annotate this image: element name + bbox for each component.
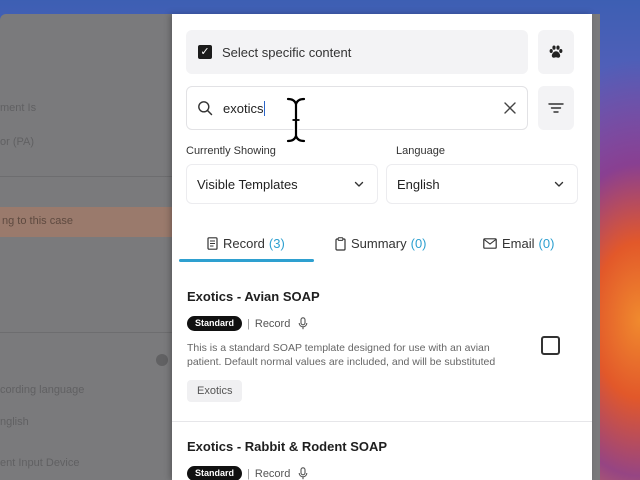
- microphone-icon: [298, 317, 308, 330]
- background-divider: [0, 176, 172, 177]
- template-select-checkbox[interactable]: [541, 336, 560, 355]
- background-text: or (PA): [0, 136, 35, 148]
- search-input[interactable]: exotics: [186, 86, 528, 130]
- active-tab-indicator: [179, 259, 314, 262]
- background-banner-text: ng to this case: [2, 215, 73, 227]
- template-title[interactable]: Exotics - Rabbit & Rodent SOAP: [187, 439, 387, 454]
- template-type: Record: [254, 467, 291, 480]
- template-description: This is a standard SOAP template designe…: [187, 342, 496, 368]
- currently-showing-value: Visible Templates: [197, 176, 298, 192]
- standard-badge: Standard: [187, 466, 243, 480]
- select-specific-content-toggle[interactable]: ✓ Select specific content: [186, 30, 528, 74]
- select-content-label: Select specific content: [222, 44, 352, 60]
- select-content-checkbox[interactable]: ✓: [198, 45, 212, 59]
- search-input-value[interactable]: exotics: [223, 100, 266, 116]
- background-text: nglish: [0, 416, 29, 428]
- tab-record-count: (3): [268, 236, 285, 251]
- envelope-icon: [483, 238, 497, 249]
- template-meta: Standard | Record: [187, 466, 308, 480]
- background-banner: ng to this case: [0, 207, 172, 237]
- tab-summary[interactable]: Summary (0): [335, 236, 427, 251]
- text-cursor-icon: [285, 96, 307, 144]
- background-text: ment Is: [0, 102, 37, 114]
- chevron-down-icon: [554, 181, 564, 187]
- background-text: cording language: [0, 384, 85, 396]
- tab-email[interactable]: Email (0): [483, 236, 554, 251]
- search-icon: [198, 101, 213, 116]
- currently-showing-select[interactable]: Visible Templates: [186, 164, 378, 204]
- language-select[interactable]: English: [386, 164, 578, 204]
- template-picker-panel: ✓ Select specific content exotics Curren…: [172, 14, 592, 480]
- template-tag: Exotics: [187, 380, 243, 402]
- chevron-down-icon: [354, 181, 364, 187]
- currently-showing-label: Currently Showing: [186, 145, 276, 157]
- tab-summary-label: Summary: [351, 236, 407, 251]
- template-title[interactable]: Exotics - Avian SOAP: [187, 289, 320, 304]
- clear-search-icon[interactable]: [503, 101, 517, 115]
- tab-summary-count: (0): [410, 236, 427, 251]
- standard-badge: Standard: [187, 316, 243, 331]
- paw-icon: [549, 45, 563, 58]
- template-type: Record: [254, 317, 291, 330]
- text-caret: [264, 100, 266, 116]
- template-meta: Standard | Record: [187, 316, 308, 331]
- card-divider: [172, 421, 592, 422]
- document-icon: [207, 237, 218, 250]
- background-icon: [156, 354, 168, 366]
- tab-email-label: Email: [502, 236, 535, 251]
- clipboard-icon: [335, 236, 346, 251]
- species-filter-button[interactable]: [538, 30, 574, 74]
- meta-separator: |: [247, 467, 250, 480]
- tab-email-count: (0): [538, 236, 555, 251]
- background-divider: [0, 332, 172, 333]
- filter-button[interactable]: [538, 86, 574, 130]
- language-value: English: [397, 176, 440, 192]
- search-text: exotics: [223, 100, 264, 116]
- language-label: Language: [396, 145, 445, 157]
- filter-lines-icon: [548, 103, 564, 113]
- template-type-tabs: Record (3) Summary (0) Email (0): [172, 232, 592, 262]
- background-text: ent Input Device: [0, 457, 80, 469]
- microphone-icon: [298, 467, 308, 480]
- meta-separator: |: [247, 317, 250, 330]
- tab-record-label: Record: [223, 236, 265, 251]
- tab-record[interactable]: Record (3): [207, 236, 285, 251]
